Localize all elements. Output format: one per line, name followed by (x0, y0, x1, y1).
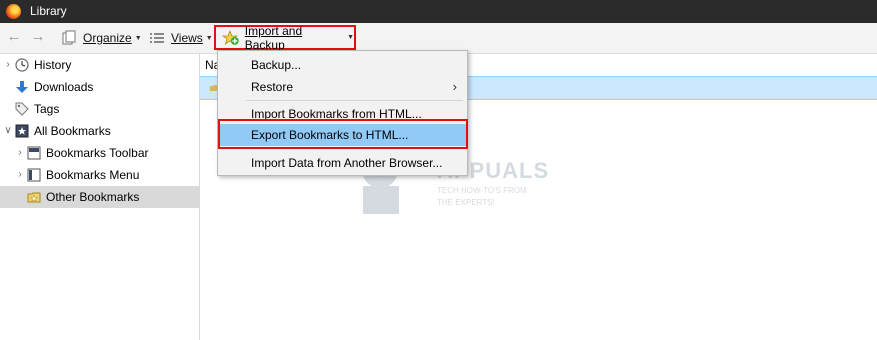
menu-item-label: Backup... (251, 58, 302, 72)
sidebar-item-tags[interactable]: Tags (0, 98, 199, 120)
chevron-right-icon[interactable]: › (3, 60, 13, 70)
watermark-subtext: THE EXPERTS! (437, 198, 495, 207)
sidebar-item-label: Bookmarks Toolbar (46, 146, 149, 160)
clock-icon (15, 58, 29, 72)
chevron-down-icon: ▼ (205, 34, 213, 42)
views-label: Views (171, 31, 203, 45)
import-backup-menu: Backup... Restore › Import Bookmarks fro… (217, 50, 468, 176)
sidebar-item-label: Tags (34, 102, 60, 116)
back-arrow-icon[interactable]: ← (6, 29, 22, 45)
sidebar-item-other-bookmarks[interactable]: Other Bookmarks (0, 186, 199, 208)
organize-button[interactable]: Organize ▼ (61, 23, 142, 53)
chevron-down-icon[interactable]: ∨ (3, 126, 13, 136)
import-backup-button[interactable]: Import and Backup ▼ (214, 23, 356, 52)
menu-item-import-browser[interactable]: Import Data from Another Browser... (218, 152, 467, 174)
menu-item-label: Import Data from Another Browser... (251, 156, 443, 170)
tag-icon (15, 102, 29, 116)
sidebar: › History Downloads Tags ∨ All Bookmarks… (0, 54, 200, 340)
sidebar-item-bookmarks-menu[interactable]: › Bookmarks Menu (0, 164, 199, 186)
window-title: Library (30, 4, 67, 18)
download-arrow-icon (16, 81, 28, 93)
sidebar-item-history[interactable]: › History (0, 54, 199, 76)
sidebar-item-label: Bookmarks Menu (46, 168, 140, 182)
import-backup-label: Import and Backup (244, 23, 303, 52)
folder-star-icon (27, 192, 41, 203)
forward-arrow-icon[interactable]: → (30, 29, 46, 45)
sidebar-item-bookmarks-toolbar[interactable]: › Bookmarks Toolbar (0, 142, 199, 164)
sidebar-item-label: Other Bookmarks (46, 190, 140, 204)
sidebar-item-downloads[interactable]: Downloads (0, 76, 199, 98)
sidebar-item-all-bookmarks[interactable]: ∨ All Bookmarks (0, 120, 199, 142)
chevron-right-icon[interactable]: › (15, 170, 25, 180)
views-icon (150, 33, 164, 43)
sidebar-item-label: All Bookmarks (34, 124, 111, 138)
chevron-down-icon: ▼ (134, 34, 142, 42)
chevron-right-icon: › (452, 79, 457, 94)
organize-label: Organize (83, 31, 132, 45)
bookmark-star-icon (15, 124, 29, 138)
menu-folder-icon (27, 168, 41, 182)
menu-separator (246, 100, 463, 101)
organize-icon (62, 30, 76, 45)
toolbar-folder-icon (27, 146, 41, 160)
sidebar-item-label: Downloads (34, 80, 94, 94)
title-bar: Library (0, 0, 877, 23)
chevron-down-icon: ▼ (347, 34, 354, 41)
menu-item-restore[interactable]: Restore › (218, 76, 467, 98)
watermark-subtext: TECH HOW-TO'S FROM (437, 186, 527, 195)
sidebar-item-label: History (34, 58, 72, 72)
chevron-right-icon[interactable]: › (15, 148, 25, 158)
star-add-icon (222, 29, 239, 45)
menu-item-backup[interactable]: Backup... (218, 54, 467, 76)
firefox-icon (6, 4, 21, 19)
export-highlight-box (218, 119, 468, 149)
views-button[interactable]: Views ▼ (149, 23, 213, 53)
menu-item-label: Restore (251, 80, 294, 94)
